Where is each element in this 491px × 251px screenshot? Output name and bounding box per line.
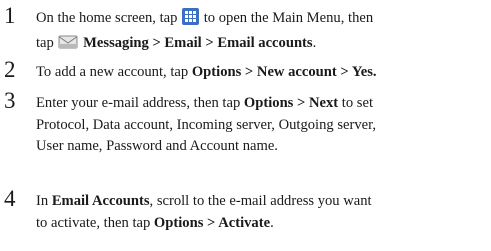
step-text-segment: to open the Main Menu, then xyxy=(200,10,374,26)
step-menu-path: Options > Activate xyxy=(153,214,271,231)
step-number: 4 xyxy=(4,186,16,211)
step-line: Protocol, Data account, Incoming server,… xyxy=(36,116,377,133)
step-text: On the home screen, tap to open the Main… xyxy=(36,8,488,57)
step-line: On the home screen, tap to open the Main… xyxy=(36,8,488,33)
step-number: 2 xyxy=(4,57,16,82)
step-text: To add a new account, tap Options > New … xyxy=(36,62,488,84)
step-text-segment: , scroll to the e-mail address you want xyxy=(149,193,372,209)
step-line: Enter your e-mail address, then tap Opti… xyxy=(36,93,488,115)
step-line: to activate, then tap Options > Activate… xyxy=(36,213,488,235)
step-number: 1 xyxy=(4,3,16,28)
step-text-segment: On the home screen, tap xyxy=(36,10,182,26)
main-menu-grid-icon xyxy=(182,8,200,33)
step-text: In Email Accounts, scroll to the e-mail … xyxy=(36,191,488,234)
step-menu-path: Options > Next xyxy=(243,95,339,111)
instruction-steps: 1 On the home screen, tap to open the Ma… xyxy=(0,0,491,251)
step-menu-path: Messaging > Email > Email accounts xyxy=(83,34,313,51)
step-text-segment: to set xyxy=(338,95,374,111)
step-menu-path: Options > New account > Yes. xyxy=(191,64,377,80)
step-line: User name, Password and Account name. xyxy=(36,138,278,154)
step-text: Enter your e-mail address, then tap Opti… xyxy=(36,93,488,158)
step-text-segment: to activate, then tap xyxy=(36,214,154,231)
step-text-segment: To add a new account, tap xyxy=(36,64,192,80)
step-line: In Email Accounts, scroll to the e-mail … xyxy=(36,191,488,213)
step-text-segment: . xyxy=(270,214,274,231)
step-text-segment: tap xyxy=(36,34,58,51)
messaging-envelope-icon xyxy=(58,34,78,58)
step-line: tap Messaging > Email > Email accounts. xyxy=(36,33,488,58)
step-text-segment: In xyxy=(36,193,52,209)
step-screen-name: Email Accounts xyxy=(51,193,150,209)
step-text-segment: . xyxy=(312,34,317,51)
step-line: To add a new account, tap Options > New … xyxy=(36,62,488,84)
step-number: 3 xyxy=(4,88,16,113)
step-text-segment: Enter your e-mail address, then tap xyxy=(36,95,244,111)
